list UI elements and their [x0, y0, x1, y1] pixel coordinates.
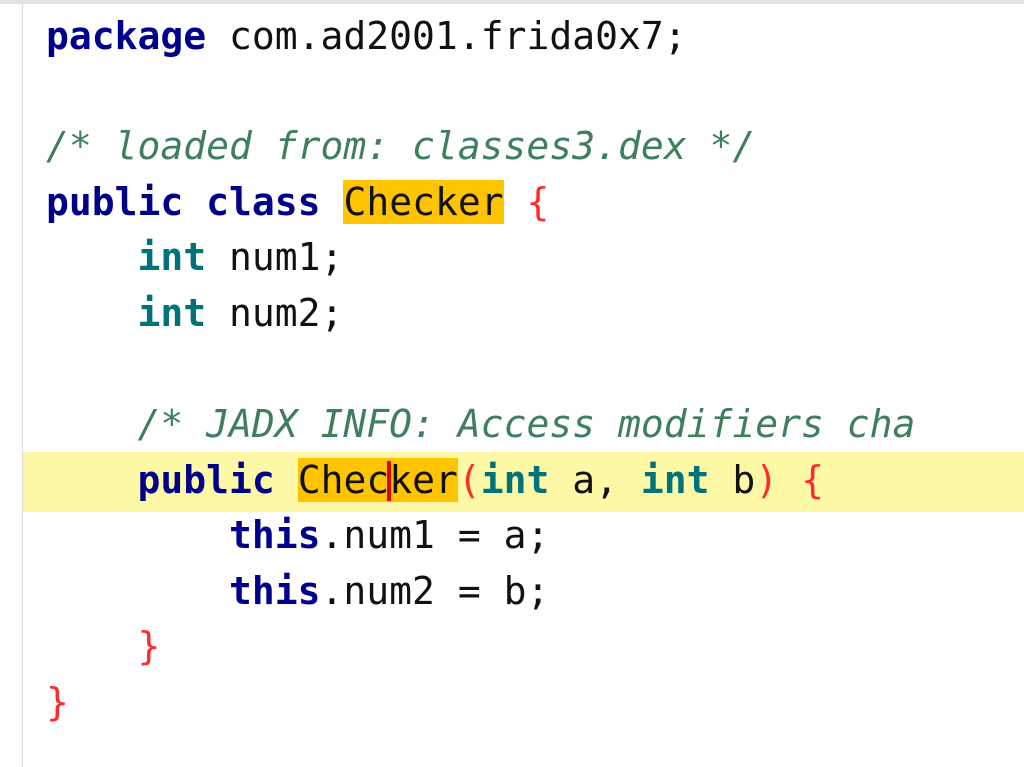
code-line-comment-loaded[interactable]: /* loaded from: classes3.dex */: [46, 118, 755, 174]
assign-num1: .num1 = a;: [320, 513, 550, 557]
editor-gutter: [0, 4, 23, 767]
keyword-class: class: [206, 180, 321, 224]
code-line-close-ctor[interactable]: }: [46, 618, 161, 674]
assign-num2: .num2 = b;: [320, 569, 550, 613]
right-paren: ): [755, 458, 779, 502]
constructor-name-checker[interactable]: Checker: [297, 458, 458, 502]
keyword-this: this: [229, 513, 321, 557]
open-brace: {: [526, 180, 550, 224]
type-int: int: [480, 458, 550, 502]
field-num1: num1;: [206, 235, 344, 279]
keyword-package: package: [46, 14, 207, 58]
param-b: b: [709, 458, 756, 502]
code-line-package[interactable]: package com.ad2001.frida0x7;: [46, 8, 687, 64]
close-brace: }: [137, 624, 161, 668]
comment-loaded-from: /* loaded from: classes3.dex */: [46, 124, 756, 168]
keyword-public: public: [46, 180, 184, 224]
code-line-class-decl[interactable]: public class Checker {: [46, 174, 549, 230]
type-int: int: [137, 291, 207, 335]
left-paren: (: [457, 458, 481, 502]
type-int: int: [137, 235, 207, 279]
class-name-checker[interactable]: Checker: [343, 180, 504, 224]
code-line-field-num2[interactable]: int num2;: [46, 285, 344, 341]
constructor-name-part1: Chec: [297, 458, 390, 502]
code-line-close-class[interactable]: }: [46, 674, 69, 730]
param-a: a,: [549, 458, 641, 502]
comment-jadx-info: /* JADX INFO: Access modifiers cha: [137, 402, 916, 446]
text-caret: [387, 460, 392, 501]
code-line-assign-num1[interactable]: this.num1 = a;: [46, 507, 549, 563]
code-line-comment-jadx[interactable]: /* JADX INFO: Access modifiers cha: [46, 396, 916, 452]
keyword-public: public: [137, 458, 275, 502]
package-name: com.ad2001.frida0x7;: [206, 14, 687, 58]
field-num2: num2;: [206, 291, 344, 335]
code-editor[interactable]: package com.ad2001.frida0x7; /* loaded f…: [0, 0, 1024, 767]
editor-top-border: [0, 0, 1024, 4]
type-int: int: [640, 458, 710, 502]
close-brace: }: [46, 680, 69, 724]
code-line-field-num1[interactable]: int num1;: [46, 229, 344, 285]
open-brace: {: [801, 458, 824, 502]
constructor-name-part2: ker: [389, 458, 458, 502]
keyword-this: this: [229, 569, 321, 613]
code-line-assign-num2[interactable]: this.num2 = b;: [46, 563, 549, 619]
code-line-constructor[interactable]: public Checker(int a, int b) {: [46, 452, 824, 508]
